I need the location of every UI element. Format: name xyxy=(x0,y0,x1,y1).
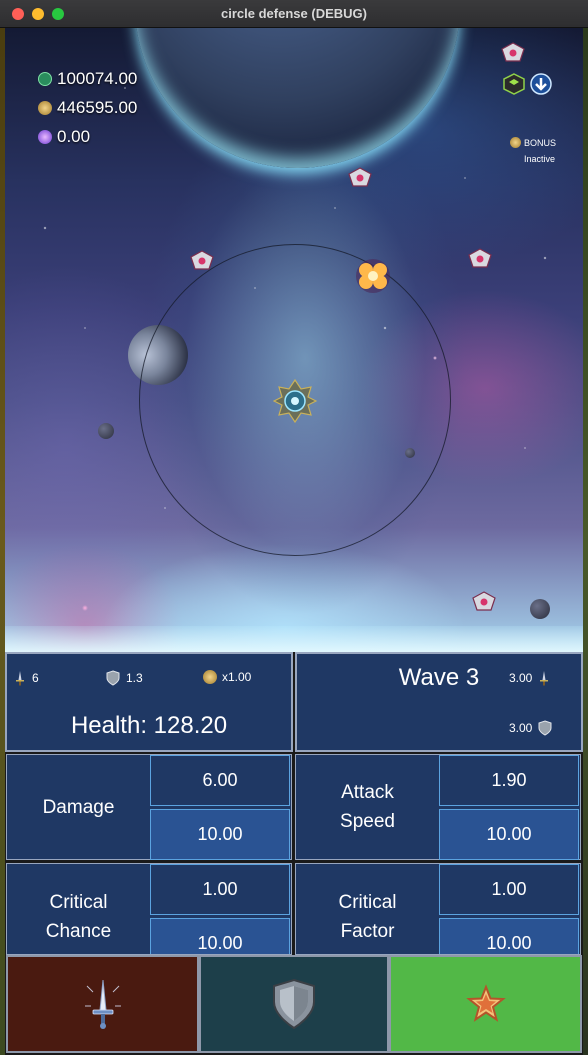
enemy-ship-icon xyxy=(472,591,496,611)
bonus-label: BONUS xyxy=(524,137,557,148)
shield-icon xyxy=(273,978,315,1030)
multiplier-coin-icon xyxy=(203,670,217,684)
damage-stat-value: 6 xyxy=(32,671,39,685)
upgrade-current-value: 6.00 xyxy=(150,755,290,806)
bonus-state: Inactive xyxy=(524,154,556,164)
coin-icon xyxy=(38,101,52,115)
upgrade-current-value: 1.00 xyxy=(150,864,290,915)
upgrade-label: Damage xyxy=(42,796,115,818)
multiplier-stat: x1.00 xyxy=(203,670,251,684)
exploding-enemy-icon xyxy=(356,259,390,293)
gem-value: 0.00 xyxy=(57,127,91,146)
attack-rate-stat: 3.00 xyxy=(509,670,551,686)
asteroid xyxy=(530,599,550,619)
sword-icon xyxy=(84,979,121,1029)
upgrade-damage: Damage 6.00 10.00 xyxy=(6,754,292,860)
upgrade-buy-button[interactable]: 10.00 xyxy=(439,918,579,954)
shield-small-icon xyxy=(106,670,120,686)
tab-upgrades[interactable] xyxy=(389,955,582,1053)
upgrade-buy-button[interactable]: 10.00 xyxy=(150,809,290,860)
upgrade-label: Critical Chance xyxy=(45,892,112,942)
gem-counter: 0.00 xyxy=(38,126,90,148)
tab-attack[interactable] xyxy=(6,955,199,1053)
coin-value: 446595.00 xyxy=(57,98,138,117)
attack-rate-value: 3.00 xyxy=(509,671,533,685)
multiplier-stat-value: x1.00 xyxy=(222,670,252,684)
enemy-ship-icon xyxy=(501,42,525,62)
download-arrow-icon[interactable] xyxy=(529,72,553,96)
enemy-ship-icon xyxy=(190,250,214,270)
enemy-ship-icon xyxy=(348,167,372,187)
upgrade-current-value: 1.00 xyxy=(439,864,579,915)
cube-boost-icon[interactable] xyxy=(503,73,525,95)
asteroid xyxy=(98,423,114,439)
planet-horizon xyxy=(5,626,583,652)
tower-icon[interactable] xyxy=(273,379,317,423)
gem-icon xyxy=(38,130,52,144)
defense-stat-value: 1.3 xyxy=(126,671,143,685)
shield-rate-value: 3.00 xyxy=(509,721,533,735)
sword-small-icon xyxy=(540,671,549,686)
window-edge-right xyxy=(583,28,588,1055)
upgrade-attack-speed: Attack Speed 1.90 10.00 xyxy=(295,754,581,860)
tab-defense[interactable] xyxy=(199,955,389,1053)
title-bar: circle defense (DEBUG) xyxy=(0,0,588,28)
upgrade-label: Attack Speed xyxy=(340,782,395,832)
defense-stat: 1.3 xyxy=(105,670,143,686)
game-scene[interactable]: 100074.00 446595.00 0.00 BONUS Inactive xyxy=(5,28,583,652)
enemy-ship-icon xyxy=(468,248,492,268)
health-display: Health: 128.20 xyxy=(70,712,228,739)
wave-panel: Wave 3 3.00 3.00 xyxy=(295,652,583,752)
sword-small-icon xyxy=(16,671,24,686)
coin-counter: 446595.00 xyxy=(38,97,137,119)
upgrade-buy-button[interactable]: 10.00 xyxy=(439,809,579,860)
shield-rate-stat: 3.00 xyxy=(509,720,553,736)
window-title: circle defense (DEBUG) xyxy=(221,6,367,21)
player-stats-panel: 6 1.3 x1.00 Health: 128.20 xyxy=(5,652,293,752)
cash-icon xyxy=(38,72,52,86)
damage-stat: 6 xyxy=(13,670,39,686)
upgrade-label: Critical Factor xyxy=(338,892,397,942)
upgrade-critical-factor: Critical Factor 1.00 10.00 xyxy=(295,863,581,955)
upgrade-current-value: 1.90 xyxy=(439,755,579,806)
upgrade-buy-button[interactable]: 10.00 xyxy=(150,918,290,954)
bonus-indicator: BONUS Inactive xyxy=(510,137,556,164)
star-icon xyxy=(465,984,506,1022)
cash-counter: 100074.00 xyxy=(38,68,137,90)
upgrade-critical-chance: Critical Chance 1.00 10.00 xyxy=(6,863,292,955)
shield-small-icon xyxy=(538,720,552,736)
bonus-coin-icon xyxy=(510,137,521,148)
cash-value: 100074.00 xyxy=(57,69,138,88)
